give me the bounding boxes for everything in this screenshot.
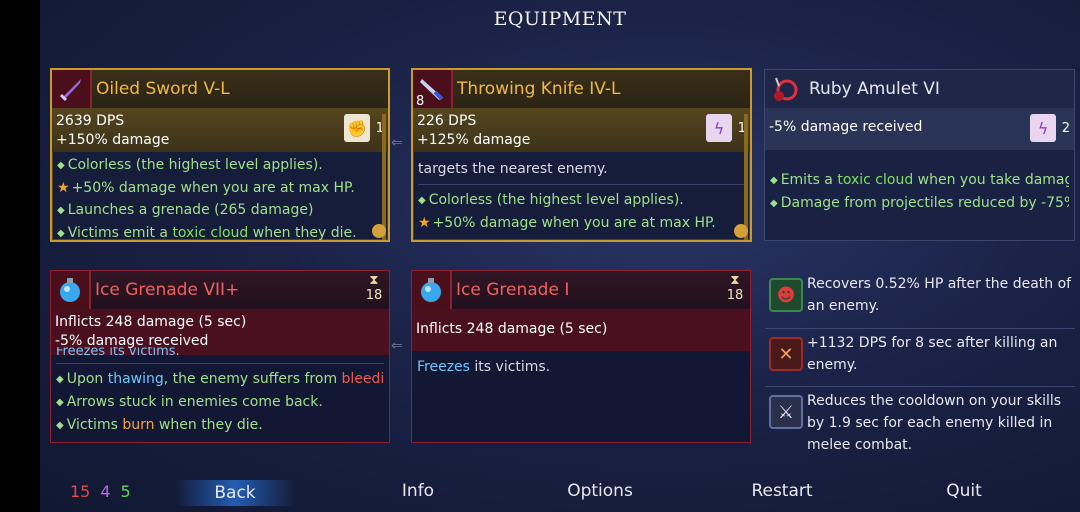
- affix-line: ◆Emits a toxic cloud when you take damag…: [770, 172, 1069, 188]
- ruby-amulet-icon: [765, 70, 805, 108]
- brutality-count: 15: [70, 482, 91, 501]
- damage-received-stat: -5% damage received: [769, 119, 923, 135]
- brutality-scroll-icon: ✊: [344, 114, 370, 142]
- scroll-counters: 15 4 5: [70, 482, 131, 501]
- tactics-scroll-icon: ϟ: [1030, 114, 1056, 142]
- affix-line: ◆ Upon thawing, the enemy suffers from bl…: [56, 371, 384, 387]
- dps-stat: 226 DPS: [417, 113, 477, 129]
- tactics-scroll-icon: ϟ: [706, 114, 732, 142]
- description-line: targets the nearest enemy.: [418, 161, 608, 177]
- cooldown-seconds: 18: [365, 288, 383, 303]
- level-badge: 8: [416, 94, 425, 109]
- divider: [418, 184, 745, 185]
- vampire-mutation-icon: ☻: [769, 278, 803, 312]
- hourglass-icon: ⧗: [369, 273, 379, 288]
- mutations-panel: ☻ Recovers 0.52% HP after the death of a…: [765, 270, 1075, 453]
- tactics-count: 4: [100, 482, 111, 501]
- throwing-knife-icon: 8: [413, 70, 453, 109]
- item-name: Ice Grenade I: [456, 280, 570, 300]
- affix-line: ◆ Damage from projectiles reduced by -75%: [770, 195, 1069, 211]
- scrollbar[interactable]: [382, 114, 386, 240]
- mutation-row[interactable]: ✕ +1132 DPS for 8 sec after killing an e…: [765, 328, 1075, 386]
- cooldown-indicator: ⧗ 18: [726, 273, 744, 303]
- skill-slot-primary[interactable]: Ice Grenade VII+ ⧗ 18 Inflicts 248 damag…: [50, 270, 390, 443]
- affix-line: ★ +50% damage when you are at max HP.: [418, 215, 716, 231]
- mutation-description: Recovers 0.52% HP after the death of an …: [807, 276, 1072, 314]
- scroll-count: 2: [1061, 121, 1070, 136]
- oiled-sword-icon: [52, 70, 92, 108]
- ice-grenade-icon: [412, 271, 452, 309]
- hourglass-icon: ⧗: [730, 273, 740, 288]
- clipped-description: Freezes its victims.: [56, 347, 180, 359]
- divider: [56, 363, 384, 364]
- affix-line: ◆ Colorless (the highest level applies).: [418, 192, 684, 208]
- weapon-slot-secondary[interactable]: 8 Throwing Knife IV-L 226 DPS +125% dama…: [411, 68, 752, 242]
- ice-grenade-icon: [51, 271, 91, 309]
- affix-line: ◆ Arrows stuck in enemies come back.: [56, 394, 323, 410]
- quit-button[interactable]: Quit: [904, 481, 1024, 501]
- item-name: Ruby Amulet VI: [809, 79, 940, 99]
- mutation-row[interactable]: ⚔ Reduces the cooldown on your skills by…: [765, 386, 1075, 453]
- mutation-description: Reduces the cooldown on your skills by 1…: [807, 393, 1062, 453]
- description-line: Freezes its victims.: [417, 359, 551, 375]
- restart-button[interactable]: Restart: [722, 481, 842, 501]
- affix-line: ★ +50% damage when you are at max HP.: [57, 180, 355, 196]
- affix-line: ◆ Victims burn when they die.: [56, 417, 263, 433]
- dps-stat: 2639 DPS: [56, 113, 125, 129]
- skill-slot-secondary[interactable]: Ice Grenade I ⧗ 18 Inflicts 248 damage (…: [411, 270, 751, 443]
- screen-title: EQUIPMENT: [493, 8, 627, 30]
- link-arrow-icon: ⇐: [391, 135, 403, 151]
- item-name: Oiled Sword V-L: [96, 79, 230, 99]
- left-black-bar: [0, 0, 40, 512]
- cooldown-indicator: ⧗ 18: [365, 273, 383, 303]
- scrollbar[interactable]: [744, 114, 748, 240]
- damage-stat: +150% damage: [56, 132, 170, 148]
- item-name: Ice Grenade VII+: [95, 280, 240, 300]
- info-button[interactable]: Info: [358, 481, 478, 501]
- mutation-description: +1132 DPS for 8 sec after killing an ene…: [807, 335, 1058, 373]
- affix-line: ◆ Launches a grenade (265 damage): [57, 202, 314, 218]
- weapon-slot-primary[interactable]: Oiled Sword V-L 2639 DPS +150% damage ✊ …: [50, 68, 390, 242]
- affix-line: ◆ Victims emit a toxic cloud when they di…: [57, 225, 357, 241]
- cooldown-seconds: 18: [726, 288, 744, 303]
- damage-stat: Inflicts 248 damage (5 sec): [55, 314, 247, 330]
- corner-ornament: [372, 224, 386, 238]
- affix-line: ◆ Colorless (the highest level applies).: [57, 157, 323, 173]
- damage-stat: Inflicts 248 damage (5 sec): [416, 321, 608, 337]
- knife-mutation-icon: ⚔: [769, 395, 803, 429]
- damage-stat: +125% damage: [417, 132, 531, 148]
- survival-count: 5: [120, 482, 131, 501]
- mutation-row[interactable]: ☻ Recovers 0.52% HP after the death of a…: [765, 270, 1075, 328]
- amulet-slot[interactable]: Ruby Amulet VI -5% damage received ϟ 2 ◆…: [764, 69, 1075, 241]
- back-button[interactable]: Back: [175, 480, 295, 506]
- options-button[interactable]: Options: [540, 481, 660, 501]
- link-arrow-icon: ⇐: [391, 338, 403, 354]
- crossed-arrows-mutation-icon: ✕: [769, 337, 803, 371]
- item-name: Throwing Knife IV-L: [457, 79, 621, 99]
- corner-ornament: [734, 224, 748, 238]
- bottom-navigation: 15 4 5 Back Info Options Restart Quit: [40, 474, 1080, 512]
